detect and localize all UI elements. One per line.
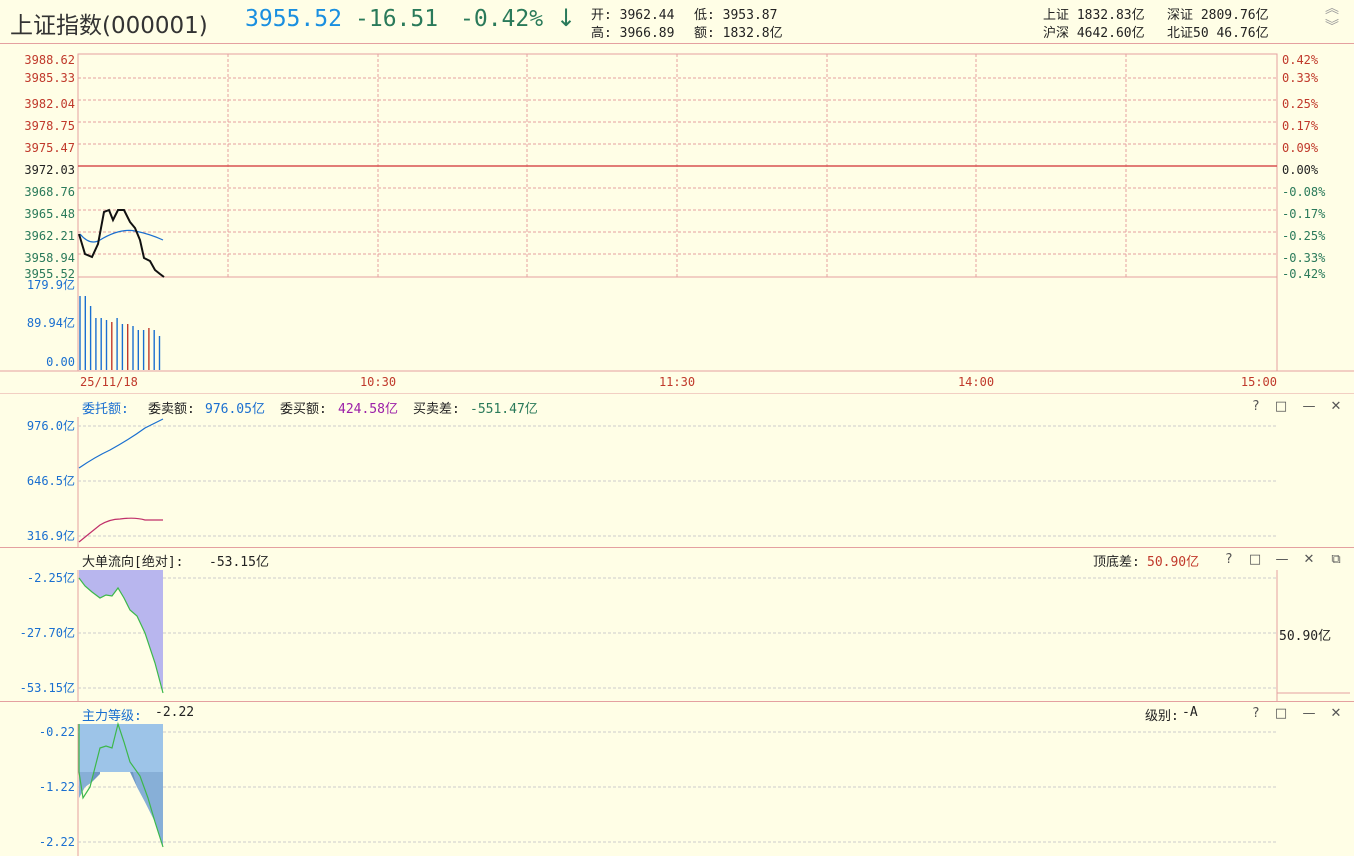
price-axis-label: 3988.62 <box>24 53 75 67</box>
time-axis-label: 15:00 <box>1241 375 1277 389</box>
main-force-axis-label: -2.22 <box>39 835 75 849</box>
pct-axis-label: 0.17% <box>1282 119 1319 133</box>
price-axis-label: 3975.47 <box>24 141 75 155</box>
bigorder-panel: 大单流向[绝对]: -53.15亿 顶底差: 50.90亿 ? □ — ✕ ⧉ … <box>0 548 1354 702</box>
bigorder-area <box>79 570 163 693</box>
price-axis-label: 3982.04 <box>24 97 75 111</box>
time-axis-label: 11:30 <box>659 375 695 389</box>
price-axis-label: 3968.76 <box>24 185 75 199</box>
main-force-axis: -0.22 -1.22 -2.22 <box>39 725 75 849</box>
pct-axis-label: -0.08% <box>1282 185 1326 199</box>
intraday-chart: 3988.62 3985.33 3982.04 3978.75 3975.47 3972.… <box>0 53 1354 394</box>
entrust-axis-label: 976.0亿 <box>27 418 75 433</box>
pct-axis-right: 0.42% 0.33% 0.25% 0.17% 0.09% 0.00% -0.08% -0.1… <box>1282 53 1326 281</box>
price-axis-label: 3958.94 <box>24 251 75 265</box>
time-axis: 25/11/18 10:30 11:30 14:00 15:00 <box>80 375 1277 389</box>
bigorder-axis-label: -2.25亿 <box>27 570 75 585</box>
pct-axis-label: -0.33% <box>1282 251 1326 265</box>
price-axis-left: 3988.62 3985.33 3982.04 3978.75 3975.47 3972.… <box>24 53 75 281</box>
low-price: 低: 3953.87 <box>694 8 778 23</box>
quote-header: 上证指数(000001) 3955.52 -16.51 -0.42% ↓ 开: … <box>0 0 1354 44</box>
bigorder-chart: -2.25亿 -27.70亿 -53.15亿 <box>20 570 1350 701</box>
index-change-pct: -0.42% <box>460 6 544 32</box>
hs-amount: 沪深 4642.60亿 <box>1043 26 1145 41</box>
volume-axis-label: 89.94亿 <box>27 315 75 330</box>
entrust-axis-label: 646.5亿 <box>27 473 75 488</box>
entrust-axis-label: 316.9亿 <box>27 528 75 543</box>
pct-axis-label: 0.25% <box>1282 97 1319 111</box>
open-price: 开: 3962.44 <box>591 8 675 23</box>
entrust-axis: 976.0亿 646.5亿 316.9亿 <box>27 418 75 543</box>
volume-bars <box>79 296 161 370</box>
price-axis-label: 3962.21 <box>24 229 75 243</box>
sh-amount: 上证 1832.83亿 <box>1043 8 1145 23</box>
index-name: 上证指数(000001) <box>10 13 208 39</box>
main-force-axis-label: -1.22 <box>39 780 75 794</box>
pct-axis-label: -0.17% <box>1282 207 1326 221</box>
volume-axis: 179.9亿 89.94亿 0.00 <box>27 277 75 369</box>
pct-axis-label: 0.42% <box>1282 53 1319 67</box>
main-force-chart: -0.22 -1.22 -2.22 <box>39 721 1277 856</box>
scroll-down-icon[interactable]: ︾ <box>1322 20 1342 34</box>
time-axis-label: 25/11/18 <box>80 375 138 389</box>
scroll-up-icon[interactable]: ︽ <box>1322 2 1342 16</box>
price-axis-label: 3985.33 <box>24 71 75 85</box>
bigorder-axis-label: -53.15亿 <box>20 680 75 695</box>
pct-axis-label: 0.33% <box>1282 71 1319 85</box>
price-axis-label: 3978.75 <box>24 119 75 133</box>
bigorder-axis-label: -27.70亿 <box>20 625 75 640</box>
pct-axis-label: 0.00% <box>1282 163 1319 177</box>
bigorder-axis: -2.25亿 -27.70亿 -53.15亿 <box>20 570 75 695</box>
bz50-amount: 北证50 46.76亿 <box>1167 26 1269 41</box>
buy-entrust-line <box>78 517 163 543</box>
price-axis-label: 3965.48 <box>24 207 75 221</box>
main-force-panel: 主力等级: -2.22 级别: -A ? □ — ✕ -0.22 -1.22 -2.… <box>0 702 1354 856</box>
entrust-panel: 委托额: 委卖额: 976.05亿 委买额: 424.58亿 买卖差: -551… <box>0 395 1354 548</box>
index-price: 3955.52 <box>245 6 342 32</box>
time-axis-label: 10:30 <box>360 375 396 389</box>
entrust-chart: 976.0亿 646.5亿 316.9亿 <box>27 417 1277 547</box>
price-line <box>78 208 165 278</box>
index-change: -16.51 <box>355 6 439 32</box>
pct-axis-label: -0.25% <box>1282 229 1326 243</box>
volume-axis-label: 0.00 <box>46 355 75 369</box>
high-price: 高: 3966.89 <box>591 26 675 41</box>
main-force-axis-label: -0.22 <box>39 725 75 739</box>
volume-axis-label: 179.9亿 <box>27 277 75 292</box>
price-axis-label: 3972.03 <box>24 163 75 177</box>
down-arrow-icon: ↓ <box>556 4 577 32</box>
time-axis-label: 14:00 <box>958 375 994 389</box>
sz-amount: 深证 2809.76亿 <box>1167 8 1269 23</box>
pct-axis-label: 0.09% <box>1282 141 1319 155</box>
trade-amount: 额: 1832.8亿 <box>694 26 783 41</box>
pct-axis-label: -0.42% <box>1282 267 1326 281</box>
